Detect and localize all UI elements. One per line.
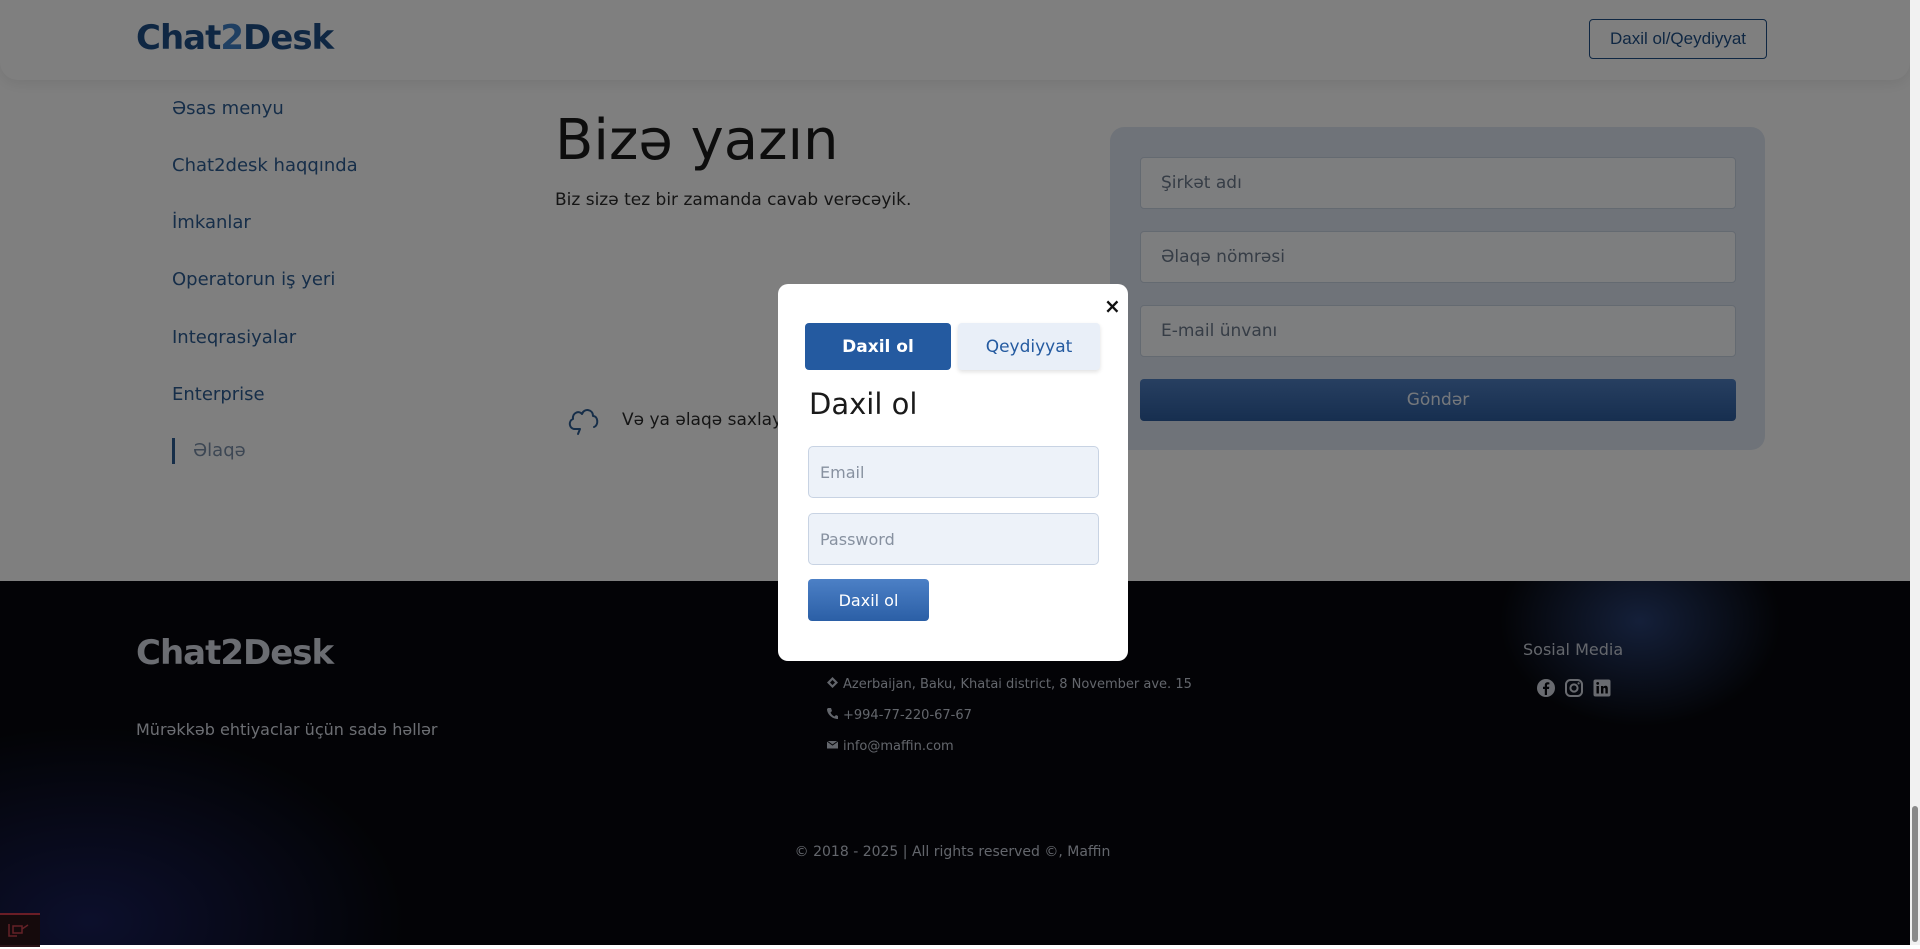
tab-login[interactable]: Daxil ol [805, 323, 951, 370]
modal-heading: Daxil ol [809, 387, 918, 421]
scrollbar-track[interactable] [1910, 0, 1920, 945]
login-modal: × Daxil ol Qeydiyyat Daxil ol Email Pass… [778, 284, 1128, 661]
scrollbar-thumb[interactable] [1912, 806, 1918, 942]
email-field[interactable]: Email [808, 446, 1099, 498]
close-icon[interactable]: × [1104, 296, 1121, 316]
tab-register[interactable]: Qeydiyyat [958, 323, 1100, 370]
login-submit-button[interactable]: Daxil ol [808, 579, 929, 621]
password-field[interactable]: Password [808, 513, 1099, 565]
